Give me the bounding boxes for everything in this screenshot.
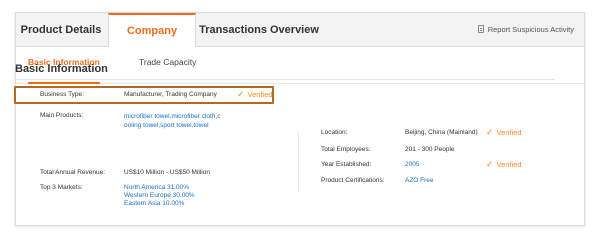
top-market-1[interactable]: North America 31.00%: [124, 184, 189, 192]
product-certifications-value[interactable]: AZO Free: [405, 177, 434, 185]
annual-revenue-value: US$10 Million - US$50 Million: [124, 169, 210, 176]
total-employees-value: 201 - 300 People: [405, 146, 455, 153]
product-certifications-label: Product Certifications:: [321, 177, 385, 184]
location-verified-badge: ✓ Verified: [486, 127, 522, 138]
verified-label: Verified: [247, 90, 273, 99]
top-market-2[interactable]: Western Europe 30.00%: [124, 192, 195, 200]
business-type-value: Manufacturer, Trading Company: [124, 91, 217, 98]
section-title: Basic Information: [15, 63, 108, 75]
tab-transactions-overview[interactable]: Transactions Overview: [198, 13, 320, 47]
main-products-line-1[interactable]: microfiber towel,microfiber cloth,c: [124, 113, 220, 121]
top-markets-label: Top 3 Markets:: [40, 184, 83, 191]
main-tab-bar: Product Details Company Profile Transact…: [16, 13, 584, 69]
top-market-3[interactable]: Eastern Asia 10.00%: [124, 200, 184, 208]
year-established-value[interactable]: 2005: [405, 161, 419, 169]
location-label: Location:: [321, 129, 348, 136]
total-employees-label: Total Employees:: [321, 146, 371, 153]
location-value: Beijing, China (Mainland): [405, 129, 478, 136]
checkmark-icon: ✓: [486, 159, 494, 169]
company-profile-panel: Product Details Company Profile Transact…: [15, 12, 585, 226]
main-products-label: Main Products:: [40, 112, 84, 119]
year-established-label: Year Established:: [321, 161, 372, 168]
verified-label: Verified: [496, 160, 522, 169]
tab-company-profile[interactable]: Company Profile: [108, 13, 196, 69]
report-link-label: Report Suspicious Activity: [487, 25, 574, 34]
business-type-label: Business Type:: [40, 91, 84, 98]
report-document-icon: [477, 25, 484, 33]
report-suspicious-activity-link[interactable]: Report Suspicious Activity: [477, 13, 574, 47]
verified-label: Verified: [496, 128, 522, 137]
checkmark-icon: ✓: [486, 127, 494, 137]
column-divider: [298, 132, 299, 192]
tab-product-details[interactable]: Product Details: [16, 13, 106, 47]
year-established-verified-badge: ✓ Verified: [486, 159, 522, 170]
business-type-verified-badge: ✓ Verified: [237, 89, 273, 100]
section-divider: [15, 79, 555, 80]
annual-revenue-label: Total Annual Revenue:: [40, 169, 106, 176]
checkmark-icon: ✓: [237, 89, 245, 99]
main-products-line-2[interactable]: ooling towel,sport towel,towel: [124, 122, 209, 130]
